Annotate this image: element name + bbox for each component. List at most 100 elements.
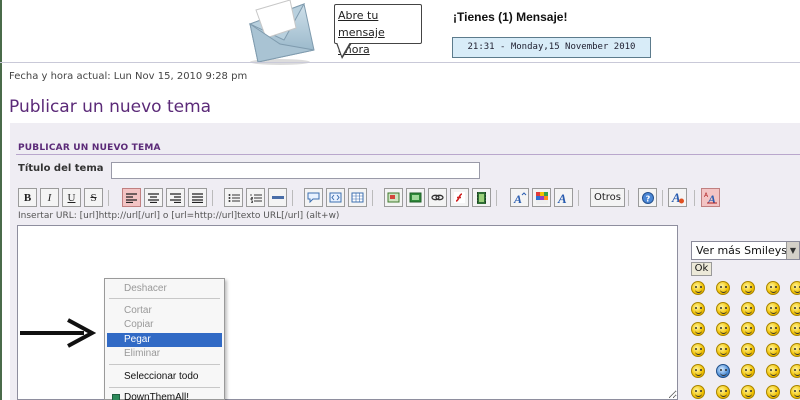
image-button[interactable]	[384, 188, 403, 207]
svg-text:A: A	[707, 192, 716, 204]
smiley-icon[interactable]	[790, 364, 800, 378]
bulleted-list-button[interactable]	[224, 188, 243, 207]
editor-toolbar: B I U S A A Otros ? A A A	[18, 188, 800, 208]
color-button[interactable]	[532, 188, 551, 207]
toolbar-separator	[212, 190, 213, 206]
menu-item-label: DownThemAll!	[124, 392, 190, 400]
numbered-list-button[interactable]	[246, 188, 265, 207]
hide-button[interactable]: A	[668, 188, 687, 207]
page-title: Publicar un nuevo tema	[9, 97, 212, 117]
smiley-icon[interactable]	[766, 322, 780, 336]
smiley-icon[interactable]	[691, 364, 705, 378]
smiley-icon[interactable]	[790, 385, 800, 399]
menu-item-undo[interactable]: Deshacer	[107, 282, 222, 296]
quote-icon	[307, 192, 320, 203]
toolbar-separator	[496, 190, 497, 206]
align-left-button[interactable]	[122, 188, 141, 207]
chevron-down-icon[interactable]: ▼	[786, 242, 799, 259]
smiley-icon[interactable]	[741, 322, 755, 336]
bold-button[interactable]: B	[18, 188, 37, 207]
smiley-icon[interactable]	[741, 364, 755, 378]
smiley-icon[interactable]	[766, 343, 780, 357]
align-center-button[interactable]	[144, 188, 163, 207]
help-button[interactable]: ?	[638, 188, 657, 207]
mode-switch-button[interactable]: AA	[701, 188, 720, 207]
menu-item-select-all[interactable]: Seleccionar todo	[107, 370, 222, 384]
bubble-line-1[interactable]: Abre tu	[338, 7, 418, 24]
smiley-icon[interactable]	[716, 322, 730, 336]
heading-divider	[16, 154, 800, 155]
font-size-icon: A	[513, 192, 526, 204]
clock-display: 21:31 - Monday,15 November 2010	[452, 37, 651, 58]
font-face-icon: A	[557, 192, 567, 204]
link-button[interactable]	[428, 188, 447, 207]
menu-separator	[109, 364, 220, 365]
font-size-button[interactable]: A	[510, 188, 529, 207]
menu-separator	[109, 298, 220, 299]
smiley-icon[interactable]	[691, 281, 705, 295]
subject-input[interactable]	[111, 162, 480, 179]
svg-text:A: A	[513, 192, 522, 204]
menu-item-label: Pegar	[124, 334, 151, 345]
menu-item-label: Deshacer	[124, 283, 167, 294]
smiley-icon[interactable]	[691, 343, 705, 357]
smiley-icon[interactable]	[741, 385, 755, 399]
smiley-icon[interactable]	[766, 364, 780, 378]
video-button[interactable]	[472, 188, 491, 207]
menu-item-paste[interactable]: Pegar	[107, 333, 222, 347]
underline-button[interactable]: U	[62, 188, 81, 207]
smiley-icon[interactable]	[790, 302, 800, 316]
menu-item-copy[interactable]: Copiar	[107, 318, 222, 332]
smiley-icon[interactable]	[716, 302, 730, 316]
align-right-icon	[170, 192, 181, 203]
bulleted-list-icon	[228, 193, 240, 202]
smiley-icon[interactable]	[766, 302, 780, 316]
flash-button[interactable]	[450, 188, 469, 207]
menu-item-label: Eliminar	[124, 348, 161, 359]
quote-button[interactable]	[304, 188, 323, 207]
arrow-icon	[20, 318, 96, 348]
table-button[interactable]	[348, 188, 367, 207]
toolbar-separator	[578, 190, 579, 206]
code-button[interactable]	[326, 188, 345, 207]
downthemall-icon	[112, 394, 120, 400]
envelope-icon[interactable]	[240, 0, 320, 66]
smiley-icon[interactable]	[790, 343, 800, 357]
menu-item-downthemall[interactable]: DownThemAll!	[107, 391, 222, 400]
hide-icon: A	[671, 191, 684, 204]
align-justify-button[interactable]	[188, 188, 207, 207]
image-upload-button[interactable]	[406, 188, 425, 207]
others-button[interactable]: Otros	[590, 188, 626, 207]
smiley-icon[interactable]	[716, 343, 730, 357]
align-right-button[interactable]	[166, 188, 185, 207]
strikethrough-button[interactable]: S	[84, 188, 103, 207]
flash-icon	[454, 192, 465, 203]
toolbar-separator	[372, 190, 373, 206]
menu-item-cut[interactable]: Cortar	[107, 304, 222, 318]
smileys-ok-button[interactable]: Ok	[691, 262, 712, 276]
italic-button[interactable]: I	[40, 188, 59, 207]
toolbar-separator	[108, 190, 109, 206]
color-icon	[535, 191, 548, 204]
smiley-icon[interactable]	[741, 281, 755, 295]
smiley-icon[interactable]	[766, 281, 780, 295]
smiley-icon[interactable]	[691, 302, 705, 316]
horizontal-rule-button[interactable]	[268, 188, 287, 207]
smiley-icon[interactable]	[691, 385, 705, 399]
star-icon[interactable]	[716, 364, 730, 378]
font-face-button[interactable]: A	[554, 188, 573, 207]
smiley-icon[interactable]	[716, 281, 730, 295]
smiley-icon[interactable]	[766, 385, 780, 399]
open-message-bubble[interactable]: Abre tu mensaje ahora	[334, 4, 422, 56]
smiley-icon[interactable]	[790, 322, 800, 336]
smiley-icon[interactable]	[790, 281, 800, 295]
smiley-icon[interactable]	[741, 343, 755, 357]
menu-item-delete[interactable]: Eliminar	[107, 347, 222, 361]
align-justify-icon	[192, 192, 203, 203]
messages-notice[interactable]: ¡Tienes (1) Mensaje!	[453, 10, 567, 24]
smileys-select[interactable]: Ver más Smileys ▼	[691, 241, 800, 260]
horizontal-rule-icon	[271, 195, 284, 199]
smiley-icon[interactable]	[741, 302, 755, 316]
smiley-icon[interactable]	[716, 385, 730, 399]
smiley-icon[interactable]	[691, 322, 705, 336]
